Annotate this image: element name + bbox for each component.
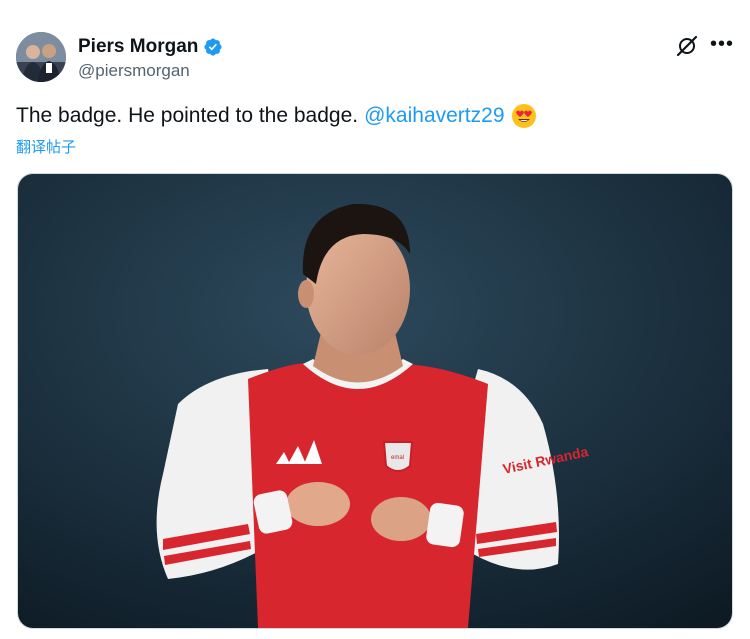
avatar-image [16,32,66,82]
author-name-row: Piers Morgan [78,36,223,58]
mention-link[interactable]: @kaihavertz29 [364,104,504,128]
author-handle[interactable]: @piersmorgan [78,61,190,81]
badge-sponsor-text: emal [391,455,404,461]
more-icon[interactable]: ••• [710,33,734,56]
avatar[interactable] [16,32,66,82]
tweet-body-text: The badge. He pointed to the badge. [16,104,359,127]
translate-post-link[interactable]: 翻译帖子 [16,136,76,157]
grok-icon[interactable] [676,35,698,57]
author-display-name[interactable]: Piers Morgan [78,36,198,58]
verified-badge-icon [203,37,223,57]
heart-eyes-emoji-icon [511,103,537,129]
tweet-text: The badge. He pointed to the badge. @kai… [16,103,537,129]
tweet-media-image[interactable]: Visit Rwanda emal [17,173,733,629]
player-photo: Visit Rwanda emal [18,174,732,628]
